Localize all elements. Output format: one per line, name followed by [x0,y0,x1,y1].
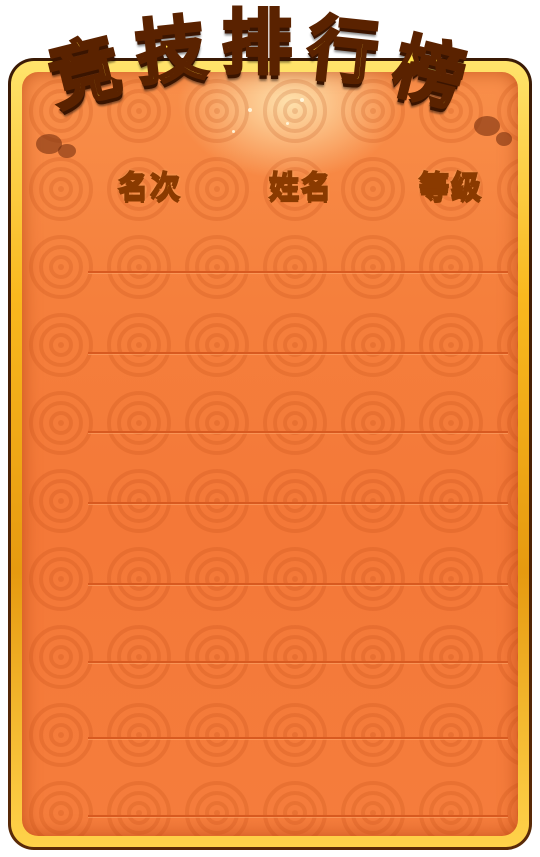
row-divider [88,661,508,663]
row-divider [88,502,508,504]
row-divider [88,583,508,585]
sparkle [232,130,235,133]
leaderboard-column-headers: 名次 姓名 等级 [0,162,540,206]
leaderboard-title: 竞 技 排 行 榜 [40,2,500,123]
column-header-level: 等级 [418,169,483,206]
title-char: 技 [130,5,211,97]
paw-print-decoration-right [496,132,512,146]
title-char: 排 [221,2,294,84]
row-divider [88,431,508,433]
row-divider [88,815,508,817]
title-char: 竞 [40,23,131,122]
column-header-name: 姓名 [268,169,333,206]
title-char: 榜 [384,23,475,122]
arena-leaderboard-screen: 竞 技 排 行 榜 名次 姓名 等级 [0,0,540,857]
sparkle [286,122,289,125]
row-divider [88,271,508,273]
paw-print-decoration-left [58,144,76,158]
row-divider [88,737,508,739]
column-header-rank: 名次 [117,169,182,206]
row-divider [88,352,508,354]
title-char: 行 [302,5,383,97]
